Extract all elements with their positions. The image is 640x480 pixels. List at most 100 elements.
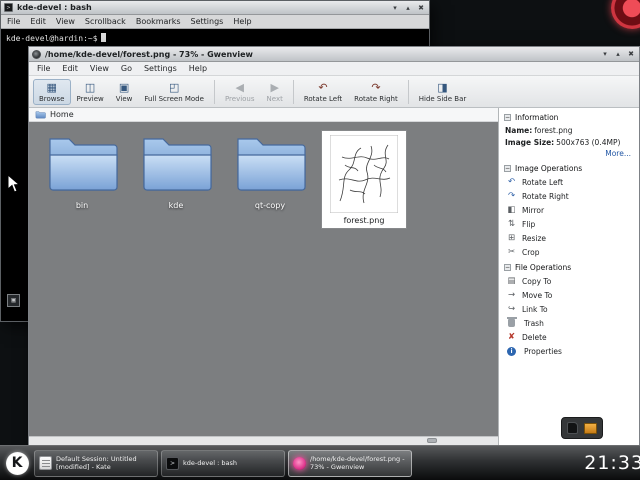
image-thumbnail: [330, 135, 398, 213]
browse-icon: ▦: [47, 82, 57, 95]
next-button[interactable]: ▶ Next: [261, 79, 289, 105]
terminal-icon: >: [166, 457, 179, 470]
clock[interactable]: 21:33: [584, 452, 640, 474]
info-size-label: Image Size:: [505, 138, 554, 147]
folder-label: qt-copy: [255, 201, 285, 210]
image-icon[interactable]: [584, 423, 597, 434]
breadcrumb[interactable]: Home: [29, 108, 498, 122]
minimize-icon[interactable]: ▾: [390, 3, 400, 13]
op-link-to[interactable]: ↪ Link To: [499, 302, 639, 316]
folder-item-bin[interactable]: bin: [39, 130, 125, 210]
menu-edit[interactable]: Edit: [30, 17, 46, 26]
konsole-title: kde-devel : bash: [17, 3, 92, 12]
gwenview-window: /home/kde-devel/forest.png - 73% - Gwenv…: [28, 46, 640, 446]
op-trash[interactable]: Trash: [499, 316, 639, 330]
gwenview-titlebar[interactable]: /home/kde-devel/forest.png - 73% - Gwenv…: [29, 47, 639, 62]
konsole-corner-icon[interactable]: ▣: [7, 294, 20, 307]
menu-settings[interactable]: Settings: [144, 64, 177, 73]
preview-button[interactable]: ◫ Preview: [71, 79, 110, 105]
task-list: Default Session: Untitled [modified] - K…: [34, 450, 412, 477]
minimize-icon[interactable]: ▾: [600, 49, 610, 59]
gwenview-sidebar: − Information Name:forest.png Image Size…: [499, 108, 639, 445]
file-browser-view[interactable]: bin kde qt-copy: [29, 122, 498, 436]
section-information[interactable]: − Information: [499, 109, 639, 124]
browser-statusbar: [29, 436, 498, 445]
move-to-icon: →: [506, 291, 517, 300]
op-label: Rotate Right: [522, 192, 569, 201]
collapse-icon[interactable]: −: [504, 264, 511, 271]
maximize-icon[interactable]: ▴: [403, 3, 413, 13]
trash-icon: [508, 319, 515, 327]
section-image-operations[interactable]: − Image Operations: [499, 160, 639, 175]
menu-view[interactable]: View: [90, 64, 109, 73]
collapse-icon[interactable]: −: [504, 114, 511, 121]
copy-to-icon: ▤: [506, 277, 517, 286]
thumbnail-size-slider[interactable]: [427, 438, 437, 443]
hand-icon[interactable]: [567, 422, 578, 434]
konsole-titlebar[interactable]: > kde-devel : bash ▾ ▴ ✖: [1, 1, 429, 15]
link-to-icon: ↪: [506, 305, 517, 314]
op-resize[interactable]: ⊞ Resize: [499, 231, 639, 245]
fullscreen-icon: ◰: [169, 82, 179, 95]
menu-file[interactable]: File: [37, 64, 50, 73]
menu-help[interactable]: Help: [233, 17, 251, 26]
folder-item-kde[interactable]: kde: [133, 130, 219, 210]
previous-icon: ◀: [236, 82, 244, 95]
image-item-forest[interactable]: forest.png: [321, 130, 407, 229]
taskbar-item-konsole[interactable]: > kde-devel : bash: [161, 450, 285, 477]
properties-icon: i: [507, 347, 516, 356]
op-properties[interactable]: i Properties: [499, 344, 639, 358]
op-mirror[interactable]: ◧ Mirror: [499, 203, 639, 217]
menu-help[interactable]: Help: [189, 64, 207, 73]
corner-widget[interactable]: [561, 417, 603, 439]
taskbar: K Default Session: Untitled [modified] -…: [0, 445, 640, 480]
kate-icon: [39, 456, 52, 470]
menu-settings[interactable]: Settings: [191, 17, 224, 26]
more-link[interactable]: More...: [499, 148, 639, 160]
op-rotate-left[interactable]: ↶ Rotate Left: [499, 175, 639, 189]
menu-view[interactable]: View: [56, 17, 75, 26]
konsole-app-icon: >: [4, 3, 13, 12]
preview-label: Preview: [77, 95, 104, 103]
op-crop[interactable]: ✂ Crop: [499, 245, 639, 259]
fullscreen-label: Full Screen Mode: [144, 95, 204, 103]
menu-file[interactable]: File: [7, 17, 20, 26]
konsole-menubar: File Edit View Scrollback Bookmarks Sett…: [1, 15, 429, 29]
op-move-to[interactable]: → Move To: [499, 288, 639, 302]
maximize-icon[interactable]: ▴: [613, 49, 623, 59]
op-copy-to[interactable]: ▤ Copy To: [499, 274, 639, 288]
op-rotate-right[interactable]: ↷ Rotate Right: [499, 189, 639, 203]
menu-scrollback[interactable]: Scrollback: [85, 17, 126, 26]
menu-edit[interactable]: Edit: [62, 64, 78, 73]
taskbar-item-kate[interactable]: Default Session: Untitled [modified] - K…: [34, 450, 158, 477]
crop-icon: ✂: [506, 248, 517, 257]
op-label: Mirror: [522, 206, 544, 215]
menu-go[interactable]: Go: [121, 64, 132, 73]
fullscreen-button[interactable]: ◰ Full Screen Mode: [138, 79, 210, 105]
hide-sidebar-icon: ◨: [437, 82, 447, 95]
plasma-cashew-icon[interactable]: [611, 0, 640, 29]
toolbar-separator: [293, 80, 294, 104]
op-delete[interactable]: ✘ Delete: [499, 330, 639, 344]
rotate-left-button[interactable]: ↶ Rotate Left: [298, 79, 348, 105]
section-file-operations[interactable]: − File Operations: [499, 259, 639, 274]
preview-icon: ◫: [85, 82, 95, 95]
menu-bookmarks[interactable]: Bookmarks: [136, 17, 181, 26]
kmenu-button[interactable]: K: [0, 446, 34, 480]
op-flip[interactable]: ⇅ Flip: [499, 217, 639, 231]
gwenview-title: /home/kde-devel/forest.png - 73% - Gwenv…: [45, 50, 253, 59]
browse-button[interactable]: ▦ Browse: [33, 79, 71, 105]
view-button[interactable]: ▣ View: [110, 79, 139, 105]
close-icon[interactable]: ✖: [416, 3, 426, 13]
section-title: Information: [515, 113, 558, 122]
collapse-icon[interactable]: −: [504, 165, 511, 172]
toolbar-separator: [408, 80, 409, 104]
delete-icon: ✘: [506, 333, 517, 342]
rotate-right-button[interactable]: ↷ Rotate Right: [348, 79, 404, 105]
folder-item-qt-copy[interactable]: qt-copy: [227, 130, 313, 210]
close-icon[interactable]: ✖: [626, 49, 636, 59]
taskbar-item-gwenview[interactable]: /home/kde-devel/forest.png - 73% - Gwenv…: [288, 450, 412, 477]
previous-button[interactable]: ◀ Previous: [219, 79, 261, 105]
hide-sidebar-button[interactable]: ◨ Hide Side Bar: [413, 79, 473, 105]
folder-label: kde: [169, 201, 184, 210]
